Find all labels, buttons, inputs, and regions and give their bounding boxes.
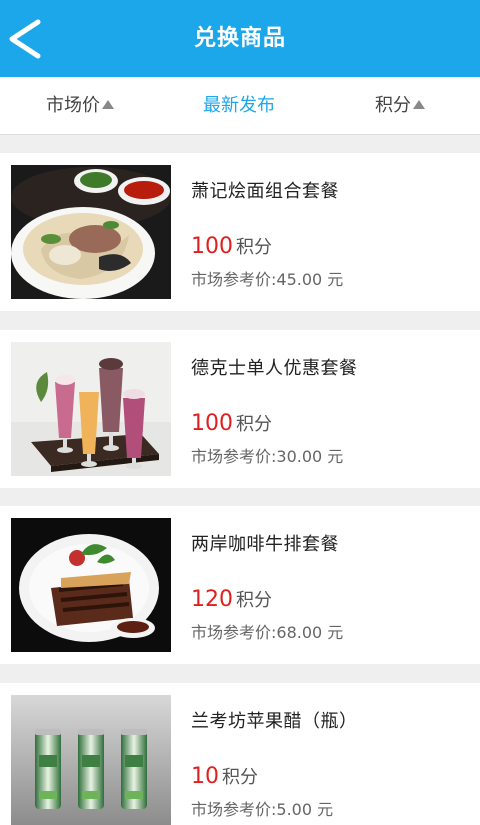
product-card[interactable]: 兰考坊苹果醋（瓶） 10 积分 市场参考价:5.00 元 — [0, 683, 480, 825]
market-price: 市场参考价:45.00 元 — [191, 270, 344, 289]
product-card[interactable]: 两岸咖啡牛排套餐 120 积分 市场参考价:68.00 元 — [0, 506, 480, 664]
triangle-up-icon — [102, 100, 114, 109]
product-name: 萧记烩面组合套餐 — [191, 181, 339, 202]
points-value: 10 — [191, 764, 219, 789]
product-card[interactable]: 德克士单人优惠套餐 100 积分 市场参考价:30.00 元 — [0, 330, 480, 488]
product-image-milkshakes — [11, 342, 171, 476]
points-unit: 积分 — [236, 237, 272, 258]
points-unit: 积分 — [222, 767, 258, 788]
sort-market-price-label: 市场价 — [46, 95, 100, 116]
product-points: 10 积分 — [191, 763, 258, 789]
product-card[interactable]: 萧记烩面组合套餐 100 积分 市场参考价:45.00 元 — [0, 153, 480, 311]
product-image-vinegar-cans — [11, 695, 171, 825]
market-price: 市场参考价:30.00 元 — [191, 447, 344, 466]
market-price: 市场参考价:5.00 元 — [191, 800, 334, 819]
points-value: 100 — [191, 411, 233, 436]
page-title: 兑换商品 — [193, 26, 286, 51]
product-image-steak — [11, 518, 171, 652]
points-value: 120 — [191, 587, 233, 612]
product-points: 100 积分 — [191, 233, 272, 259]
sort-latest[interactable]: 最新发布 — [203, 77, 275, 135]
product-image-noodle-soup — [11, 165, 171, 299]
product-points: 120 积分 — [191, 586, 272, 612]
points-value: 100 — [191, 234, 233, 259]
sort-points[interactable]: 积分 — [375, 77, 425, 135]
sort-bar: 市场价 最新发布 积分 — [0, 77, 480, 135]
product-name: 兰考坊苹果醋（瓶） — [191, 711, 358, 732]
product-name: 两岸咖啡牛排套餐 — [191, 534, 339, 555]
points-unit: 积分 — [236, 590, 272, 611]
sort-market-price[interactable]: 市场价 — [46, 77, 114, 135]
sort-points-label: 积分 — [375, 95, 411, 116]
triangle-up-icon — [413, 100, 425, 109]
sort-latest-label: 最新发布 — [203, 95, 275, 116]
top-bar: 兑换商品 — [0, 0, 480, 77]
market-price: 市场参考价:68.00 元 — [191, 623, 344, 642]
product-points: 100 积分 — [191, 410, 272, 436]
points-unit: 积分 — [236, 414, 272, 435]
product-name: 德克士单人优惠套餐 — [191, 358, 358, 379]
